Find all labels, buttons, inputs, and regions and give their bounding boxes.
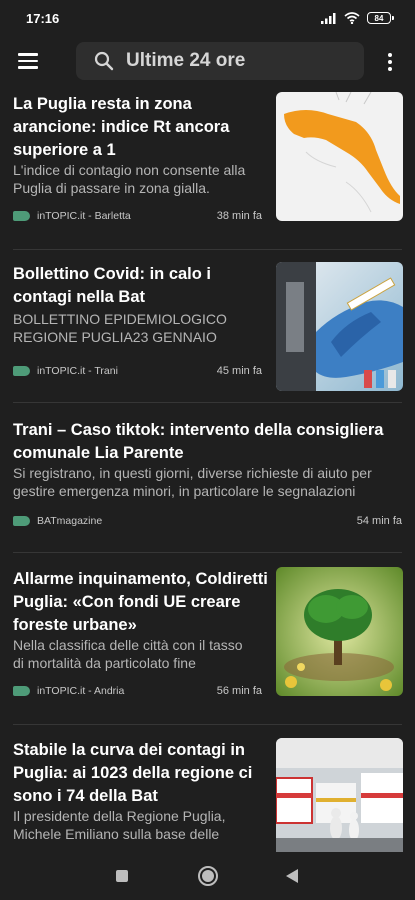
article-item[interactable]: Bollettino Covid: in calo i contagi nell… (0, 262, 415, 403)
app-bar: Ultime 24 ore (0, 40, 415, 82)
divider (13, 249, 402, 250)
article-source: inTOPIC.it - Trani (13, 365, 118, 377)
tag-icon (13, 211, 30, 221)
article-thumbnail[interactable] (276, 262, 403, 391)
system-nav-bar (0, 852, 415, 900)
article-source-label: BATmagazine (37, 515, 103, 527)
article-headline: Allarme inquinamento, Coldiretti Puglia:… (13, 570, 268, 634)
tag-icon (13, 366, 30, 376)
divider (13, 402, 402, 403)
home-button[interactable] (198, 866, 218, 886)
wifi-icon (344, 12, 360, 24)
article-snippet: Il presidente della Regione Puglia, Mich… (13, 808, 226, 842)
article-thumbnail[interactable] (276, 738, 403, 852)
tag-icon (13, 686, 30, 696)
article-item[interactable]: Trani – Caso tiktok: intervento della co… (0, 418, 415, 553)
article-headline: Stabile la curva dei contagi in Puglia: … (13, 741, 253, 805)
battery-icon: 84 (367, 12, 394, 24)
signal-icon (321, 13, 336, 24)
search-bar[interactable]: Ultime 24 ore (76, 42, 364, 80)
tag-icon (13, 516, 30, 526)
article-headline: Trani – Caso tiktok: intervento della co… (13, 421, 384, 462)
article-source: BATmagazine (13, 515, 102, 527)
divider (13, 552, 402, 553)
article-snippet: Si registrano, in questi giorni, diverse… (13, 465, 372, 499)
status-icons: 84 (321, 12, 394, 24)
article-item[interactable]: La Puglia resta in zona arancione: indic… (0, 92, 415, 250)
divider (13, 724, 402, 725)
search-icon (94, 51, 114, 71)
menu-icon[interactable] (18, 50, 40, 72)
search-text: Ultime 24 ore (126, 50, 246, 71)
article-snippet: BOLLETTINO EPIDEMIOLOGICO REGIONE PUGLIA… (13, 311, 227, 345)
article-time: 45 min fa (216, 365, 262, 377)
status-bar: 17:16 84 (0, 0, 415, 36)
article-time: 54 min fa (356, 515, 402, 527)
article-thumbnail[interactable] (276, 567, 403, 696)
article-source-label: inTOPIC.it - Andria (37, 685, 125, 697)
more-options-icon[interactable] (386, 51, 394, 73)
back-button[interactable] (286, 869, 298, 883)
battery-level: 84 (374, 13, 384, 23)
article-source: inTOPIC.it - Barletta (13, 210, 131, 222)
lab-image (276, 262, 403, 391)
tree-image (276, 567, 403, 696)
article-item[interactable]: Stabile la curva dei contagi in Puglia: … (0, 738, 415, 852)
article-headline: La Puglia resta in zona arancione: indic… (13, 95, 230, 159)
ambulance-image (276, 738, 403, 852)
article-source-label: inTOPIC.it - Trani (37, 365, 118, 377)
article-item[interactable]: Allarme inquinamento, Coldiretti Puglia:… (0, 567, 415, 725)
article-time: 56 min fa (216, 685, 262, 697)
article-thumbnail[interactable] (276, 92, 403, 221)
article-source: inTOPIC.it - Andria (13, 685, 124, 697)
article-source-label: inTOPIC.it - Barletta (37, 210, 131, 222)
recents-button[interactable] (116, 870, 128, 882)
article-headline: Bollettino Covid: in calo i contagi nell… (13, 265, 211, 306)
status-time: 17:16 (26, 10, 60, 26)
article-time: 38 min fa (216, 210, 262, 222)
article-snippet: L'indice di contagio non consente alla P… (13, 162, 246, 196)
map-image (276, 92, 403, 221)
article-snippet: Nella classifica delle città con il tass… (13, 637, 243, 671)
